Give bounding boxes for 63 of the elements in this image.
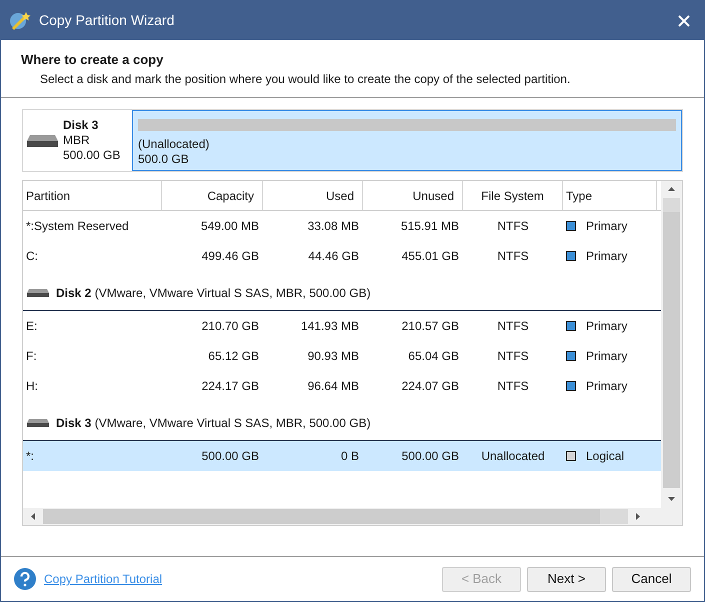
table-cell-text: C:	[26, 248, 38, 265]
table-cell-text: 224.17 GB	[202, 378, 259, 395]
table-cell-text: 500.00 GB	[202, 448, 259, 465]
table-cell-text: 90.93 MB	[308, 348, 359, 365]
table-cell-text: 455.01 GB	[402, 248, 459, 265]
column-header[interactable]: Capacity	[162, 181, 263, 210]
table-cell-text: NTFS	[497, 318, 529, 335]
horizontal-scrollbar[interactable]	[23, 508, 682, 525]
scrollbar-thumb[interactable]	[663, 198, 680, 488]
help-icon[interactable]	[14, 568, 36, 590]
step-description: Select a disk and mark the position where you would like to create the copy of the selected partition.	[40, 70, 572, 88]
table-cell-text: E:	[26, 318, 38, 335]
window-title: Copy Partition Wizard	[39, 11, 174, 30]
step-title: Where to create a copy	[21, 51, 164, 69]
table-cell-text: 210.70 GB	[202, 318, 259, 335]
table-cell-text: Unallocated	[481, 448, 545, 465]
table-cell-text: Primary	[586, 218, 628, 235]
scrollbar-thumb[interactable]	[43, 509, 628, 524]
vertical-scrollbar[interactable]	[661, 181, 682, 508]
table-cell-text: 96.64 MB	[308, 378, 359, 395]
column-header[interactable]: Used	[263, 181, 363, 210]
table-cell-text: Primary	[586, 318, 628, 335]
column-header[interactable]: Partition	[23, 181, 162, 210]
table-cell-text: H:	[26, 378, 38, 395]
disk-scheme: MBR	[63, 133, 91, 148]
table-cell-text: 549.00 MB	[200, 218, 259, 235]
disk-name: Disk 3	[63, 118, 100, 133]
partition-segment[interactable]: (Unallocated) 500.0 GB	[132, 110, 682, 171]
table-cell-text: 65.04 GB	[408, 348, 459, 365]
table-cell-text: 224.07 GB	[402, 378, 459, 395]
table-cell-text: NTFS	[497, 218, 529, 235]
table-cell-text: *:	[26, 448, 34, 465]
table-cell-text: 515.91 MB	[400, 218, 459, 235]
table-cell-text: 0 B	[340, 448, 359, 465]
table-cell-text: 141.93 MB	[300, 318, 359, 335]
scroll-left-icon[interactable]	[29, 512, 37, 521]
table-cell-text: 499.46 GB	[202, 248, 259, 265]
table-row[interactable]: *: 500.00 GB 0 B 500.00 GB Unallocated Logical	[23, 441, 662, 471]
table-cell-text: Primary	[586, 248, 628, 265]
column-header[interactable]: File System	[463, 181, 563, 210]
disk-heading[interactable]: Disk 3 (VMware, VMware Virtual S SAS, MBR, 500.00 GB)	[56, 414, 371, 432]
table-cell-text: Primary	[586, 378, 628, 395]
table-cell-text: 44.46 GB	[308, 248, 359, 265]
table-cell-text: Primary	[586, 348, 628, 365]
table-cell-text: 65.12 GB	[208, 348, 259, 365]
disk-size: 500.00 GB	[63, 148, 120, 163]
wand-icon	[9, 10, 31, 32]
column-header[interactable]: Unused	[363, 181, 463, 210]
table-cell-text: NTFS	[497, 348, 529, 365]
table-cell-text: Logical	[586, 448, 624, 465]
table-cell-text: NTFS	[497, 378, 529, 395]
close-icon[interactable]	[677, 14, 691, 28]
table-cell-text: NTFS	[497, 248, 529, 265]
table-cell-text: F:	[26, 348, 37, 365]
scroll-right-icon[interactable]	[634, 512, 642, 521]
wizard-button[interactable]: Cancel	[612, 566, 691, 592]
wizard-button[interactable]: Next >	[527, 566, 606, 592]
table-cell-text: 210.57 GB	[402, 318, 459, 335]
table-cell-text: 500.00 GB	[402, 448, 459, 465]
table-cell-text: *:System Reserved	[26, 218, 129, 235]
disk-heading[interactable]: Disk 2 (VMware, VMware Virtual S SAS, MBR, 500.00 GB)	[56, 284, 371, 302]
column-header[interactable]: Type	[563, 181, 657, 210]
table-cell-text: 33.08 MB	[308, 218, 359, 235]
